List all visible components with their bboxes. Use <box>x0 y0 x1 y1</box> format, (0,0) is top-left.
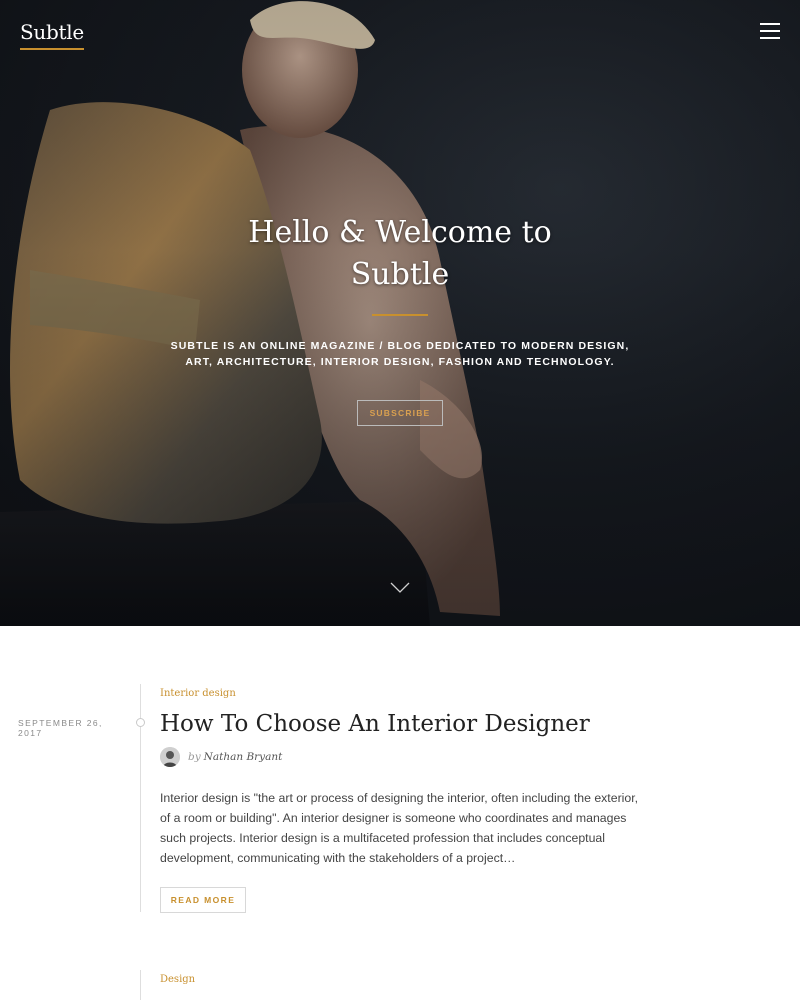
avatar-image <box>160 747 180 767</box>
hero-content: Hello & Welcome to Subtle Subtle is an o… <box>150 212 650 426</box>
author-name-text: Nathan Bryant <box>203 751 283 763</box>
hero-title-line1: Hello & Welcome to <box>248 215 552 250</box>
timeline-line <box>140 970 141 1000</box>
hamburger-menu-icon[interactable] <box>758 20 782 40</box>
author-prefix: by <box>188 751 201 763</box>
post-excerpt: Interior design is "the art or process o… <box>160 791 639 865</box>
chevron-down-icon[interactable] <box>390 582 410 594</box>
read-more-button[interactable]: READ MORE <box>160 887 246 913</box>
avatar[interactable] <box>160 747 180 767</box>
post-category-link[interactable]: Interior design <box>160 688 236 699</box>
site-logo[interactable]: Subtle <box>20 20 84 50</box>
post-author: by Nathan Bryant <box>160 746 282 768</box>
post-category-link[interactable]: Design <box>160 974 195 985</box>
author-name[interactable]: by Nathan Bryant <box>188 751 282 763</box>
post-title[interactable]: How To Choose An Interior Designer <box>160 708 720 740</box>
hero-section: Subtle Hello & Welcome to Subtle Subtle … <box>0 0 800 626</box>
subscribe-button[interactable]: SUBSCRIBE <box>356 400 444 426</box>
hero-description: Subtle is an online magazine / blog dedi… <box>170 340 630 368</box>
hero-title: Hello & Welcome to Subtle <box>150 212 650 296</box>
hero-divider <box>372 314 428 316</box>
timeline-dot <box>136 718 145 727</box>
hero-title-line2: Subtle <box>350 257 450 292</box>
post-date: September 26, 2017 <box>18 718 103 738</box>
